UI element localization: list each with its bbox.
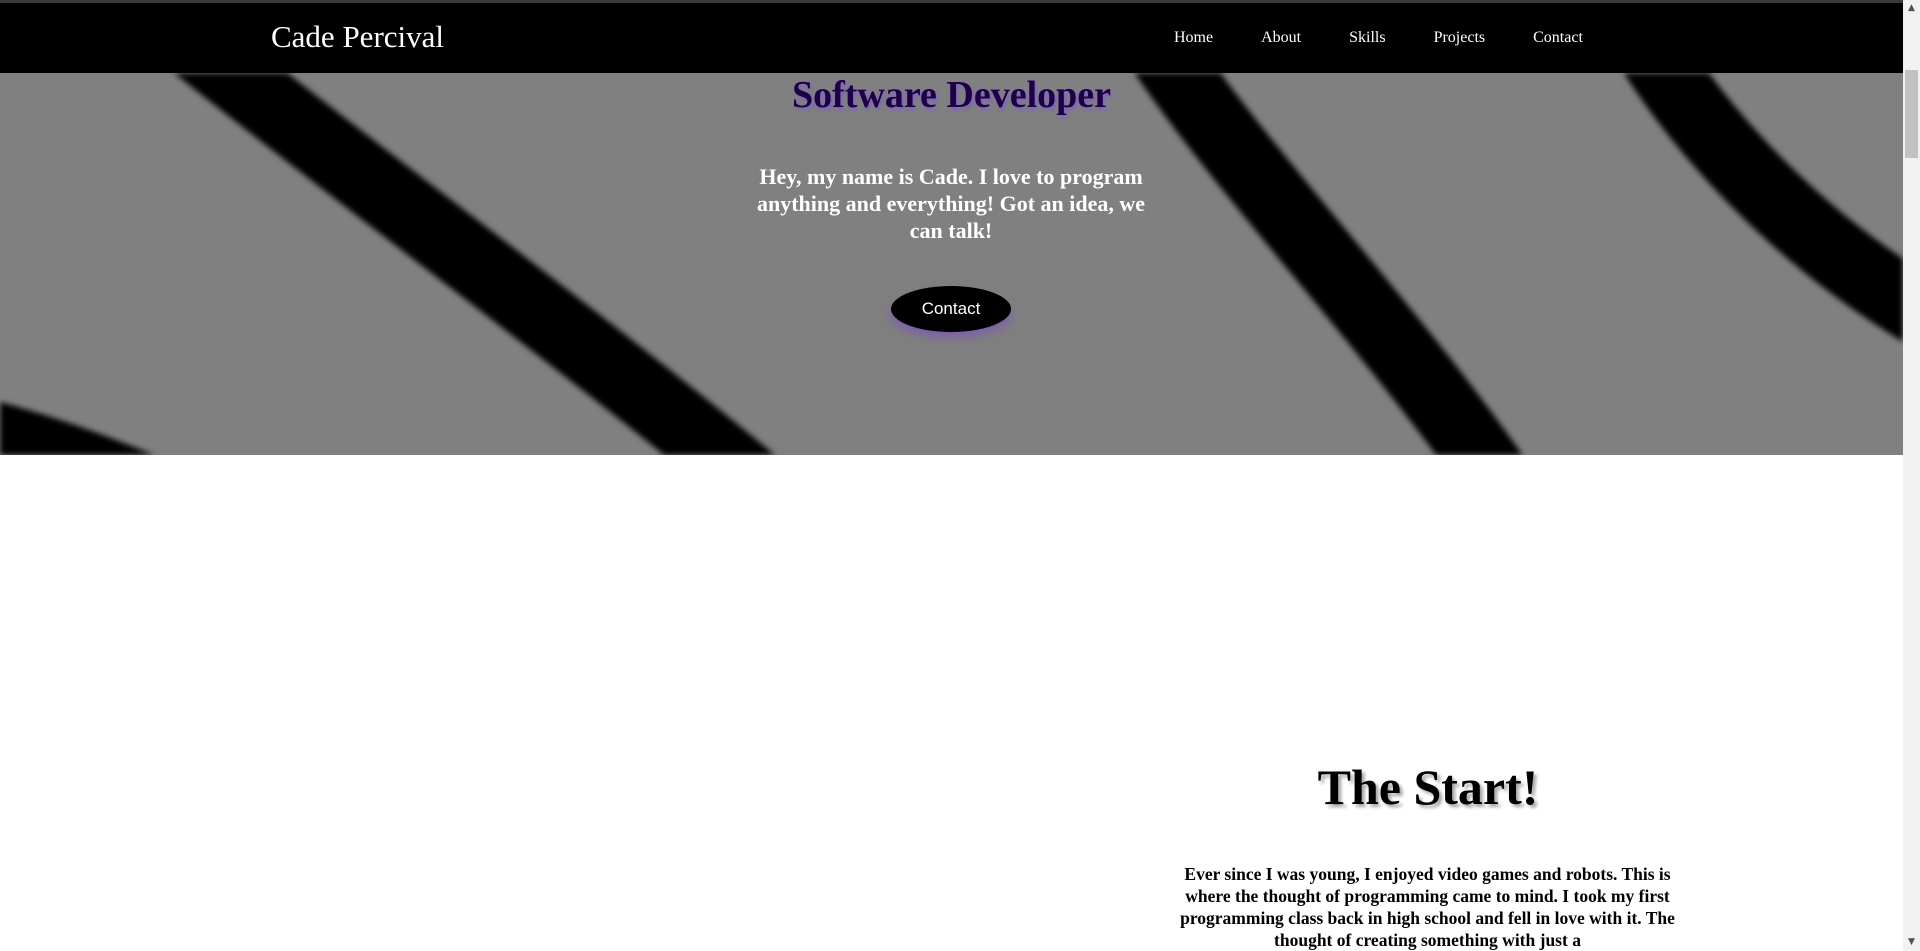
nav-link-projects[interactable]: Projects	[1410, 29, 1510, 47]
brand-logo-link[interactable]: Cade Percival	[271, 19, 444, 55]
hero-intro-text: Hey, my name is Cade. I love to program …	[756, 164, 1146, 243]
contact-button[interactable]: Contact	[891, 286, 1011, 332]
hero-title: Software Developer	[791, 74, 1112, 116]
nav-item-projects: Projects	[1410, 29, 1510, 47]
nav-links: Home About Skills Projects Contact	[1150, 29, 1607, 47]
nav-item-about: About	[1237, 29, 1325, 47]
vertical-scrollbar[interactable]: ▲ ▼	[1903, 0, 1920, 951]
nav-item-skills: Skills	[1325, 29, 1409, 47]
nav-link-skills[interactable]: Skills	[1325, 29, 1409, 47]
nav-link-about[interactable]: About	[1237, 29, 1325, 47]
nav-link-home[interactable]: Home	[1150, 29, 1237, 47]
page: Cade Percival Home About Skills Projects…	[0, 0, 1903, 951]
section-text: Ever since I was young, I enjoyed video …	[1180, 864, 1675, 950]
nav-item-home: Home	[1150, 29, 1237, 47]
nav-link-contact[interactable]: Contact	[1509, 29, 1607, 47]
navbar: Cade Percival Home About Skills Projects…	[0, 3, 1903, 73]
nav-item-contact: Contact	[1509, 29, 1607, 47]
chevron-up-icon[interactable]: ▲	[1903, 0, 1920, 17]
hero-background-stripes	[0, 73, 1903, 455]
section-title: The Start!	[1317, 759, 1539, 815]
hero-section: Software Developer Hey, my name is Cade.…	[0, 73, 1903, 455]
scrollbar-thumb[interactable]	[1905, 70, 1918, 158]
chevron-down-icon[interactable]: ▼	[1903, 934, 1920, 951]
